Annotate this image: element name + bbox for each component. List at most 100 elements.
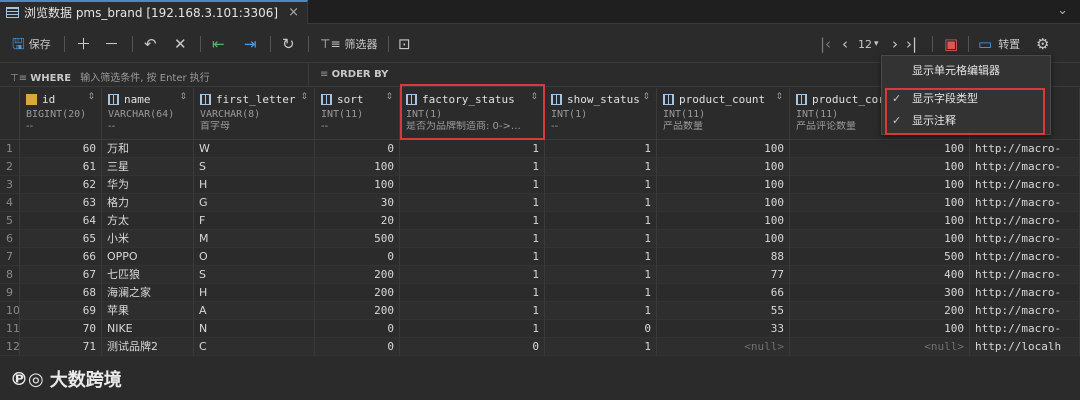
table-cell[interactable]: 62 [20,176,102,194]
table-row[interactable]: 3 62 华为 H 100 1 1 100 100 http://macro- [0,176,1080,194]
column-header-id[interactable]: id ⇕ BIGINT(20) -- [20,88,102,140]
table-cell[interactable]: http://macro- [970,176,1080,194]
sort-icon[interactable]: ⇕ [300,92,308,102]
table-cell[interactable]: 0 [545,320,657,338]
table-row[interactable]: 2 61 三星 S 100 1 1 100 100 http://macro- [0,158,1080,176]
table-row[interactable]: 5 64 方太 F 20 1 1 100 100 http://macro- [0,212,1080,230]
table-cell[interactable]: 200 [790,302,970,320]
sort-icon[interactable]: ⇕ [87,92,95,102]
discard-button[interactable]: ✕ [174,35,187,53]
table-cell[interactable]: 1 [545,248,657,266]
table-cell[interactable]: 1 [545,212,657,230]
table-cell[interactable]: 1 [400,266,545,284]
save-button[interactable]: 🖫 保存 [12,35,51,53]
column-header-product-count[interactable]: product_count ⇕ INT(11) 产品数量 [657,88,790,140]
table-cell[interactable]: H [194,176,315,194]
sort-icon[interactable]: ⇕ [385,92,393,102]
table-cell[interactable]: 1 [545,284,657,302]
table-cell[interactable]: 68 [20,284,102,302]
table-cell[interactable]: 1 [400,230,545,248]
table-cell[interactable]: 67 [20,266,102,284]
sort-icon[interactable]: ⇕ [775,92,783,102]
table-cell[interactable]: 33 [657,320,790,338]
refresh-button[interactable]: ↻ [282,35,295,53]
table-cell[interactable]: 100 [657,140,790,158]
table-cell[interactable]: S [194,158,315,176]
table-row[interactable]: 10 69 苹果 A 200 1 1 55 200 http://macro- [0,302,1080,320]
form-view-button[interactable]: ⊡ [398,35,411,53]
table-cell[interactable]: 100 [657,194,790,212]
table-cell[interactable]: 1 [545,338,657,356]
table-cell[interactable]: http://macro- [970,266,1080,284]
table-cell[interactable]: 小米 [102,230,194,248]
table-cell[interactable]: 0 [315,248,400,266]
table-cell[interactable]: OPPO [102,248,194,266]
column-header-first-letter[interactable]: first_letter ⇕ VARCHAR(8) 首字母 [194,88,315,140]
table-cell[interactable]: 100 [790,230,970,248]
add-row-button[interactable]: ＋ [76,35,91,53]
table-cell[interactable]: 65 [20,230,102,248]
table-cell[interactable]: http://macro- [970,302,1080,320]
table-cell[interactable]: 0 [400,338,545,356]
table-cell[interactable]: 66 [657,284,790,302]
table-cell[interactable]: 200 [315,284,400,302]
table-cell[interactable]: 88 [657,248,790,266]
table-cell[interactable]: F [194,212,315,230]
order-by-input[interactable]: ≡ ORDER BY [320,69,388,80]
sort-icon[interactable]: ⇕ [179,92,187,102]
table-cell[interactable]: 100 [315,176,400,194]
table-cell[interactable]: 200 [315,302,400,320]
table-cell[interactable]: 500 [790,248,970,266]
table-cell[interactable]: W [194,140,315,158]
table-cell[interactable]: 1 [400,212,545,230]
table-cell[interactable]: 500 [315,230,400,248]
table-cell[interactable]: http://macro- [970,320,1080,338]
table-cell[interactable]: 100 [790,140,970,158]
table-row[interactable]: 1 60 万和 W 0 1 1 100 100 http://macro- [0,140,1080,158]
table-row[interactable]: 6 65 小米 M 500 1 1 100 100 http://macro- [0,230,1080,248]
transpose-button[interactable]: ▭ 转置 [978,35,1020,53]
menu-item-cell-editor[interactable]: 显示单元格编辑器 [882,60,1050,82]
table-cell[interactable]: 万和 [102,140,194,158]
table-row[interactable]: 12 71 测试品牌2 C 0 0 1 <null> <null> http://localh [0,338,1080,356]
table-cell[interactable]: 方太 [102,212,194,230]
table-cell[interactable]: 海澜之家 [102,284,194,302]
table-cell[interactable]: 0 [315,338,400,356]
where-input[interactable]: ⊤≡ WHERE 输入筛选条件, 按 Enter 执行 [10,69,210,84]
table-cell[interactable]: 1 [545,158,657,176]
undo-button[interactable]: ↶ [144,35,157,53]
table-cell[interactable]: 77 [657,266,790,284]
column-header-show-status[interactable]: show_status ⇕ INT(1) -- [545,88,657,140]
table-cell[interactable]: 200 [315,266,400,284]
table-cell[interactable]: 100 [790,194,970,212]
table-cell[interactable]: N [194,320,315,338]
table-row[interactable]: 7 66 OPPO O 0 1 1 88 500 http://macro- [0,248,1080,266]
table-cell[interactable]: <null> [657,338,790,356]
table-cell[interactable]: 30 [315,194,400,212]
table-cell[interactable]: 1 [400,176,545,194]
tab-browse-data[interactable]: 浏览数据 pms_brand [192.168.3.101:3306] × [0,0,308,24]
table-cell[interactable]: 300 [790,284,970,302]
table-cell[interactable]: 60 [20,140,102,158]
table-cell[interactable]: 100 [657,230,790,248]
table-cell[interactable]: <null> [790,338,970,356]
table-cell[interactable]: 三星 [102,158,194,176]
table-cell[interactable]: G [194,194,315,212]
table-cell[interactable]: http://macro- [970,248,1080,266]
table-cell[interactable]: http://macro- [970,158,1080,176]
settings-button[interactable]: ⚙ [1036,35,1049,53]
table-cell[interactable]: 0 [315,320,400,338]
table-cell[interactable]: 0 [315,140,400,158]
first-page-button[interactable]: |‹ [820,35,831,53]
table-cell[interactable]: 苹果 [102,302,194,320]
table-cell[interactable]: 70 [20,320,102,338]
table-cell[interactable]: A [194,302,315,320]
table-cell[interactable]: 69 [20,302,102,320]
sort-icon[interactable]: ⇕ [642,92,650,102]
table-cell[interactable]: http://macro- [970,140,1080,158]
table-cell[interactable]: H [194,284,315,302]
table-cell[interactable]: 100 [790,158,970,176]
prev-page-button[interactable]: ‹ [842,35,848,53]
sort-icon[interactable]: ⇕ [530,92,538,102]
table-cell[interactable]: 1 [400,140,545,158]
